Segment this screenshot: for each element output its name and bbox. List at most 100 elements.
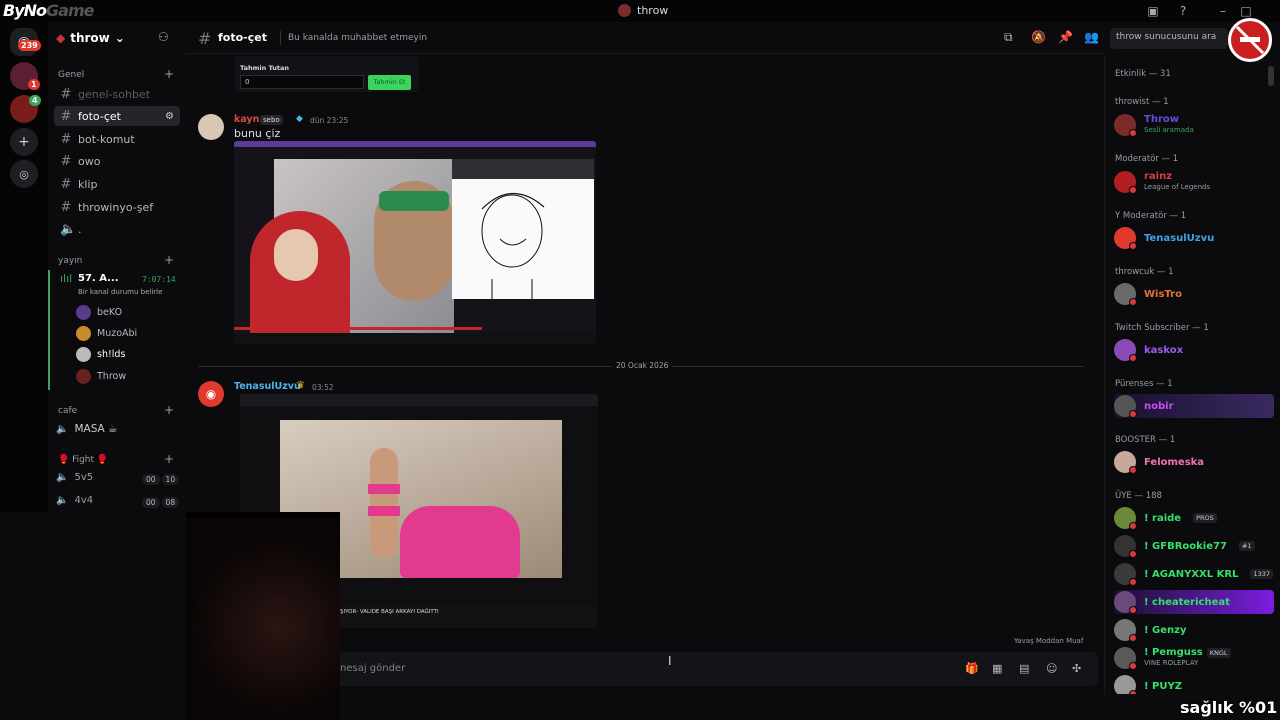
category-yayin[interactable]: yayın bbox=[58, 256, 82, 266]
avatar[interactable] bbox=[198, 114, 224, 140]
member-item[interactable]: nobir bbox=[1114, 394, 1274, 418]
member-item[interactable]: Felomeska bbox=[1114, 450, 1274, 474]
home-unread-badge: 239 bbox=[18, 40, 41, 51]
message-author[interactable]: kayn bbox=[234, 114, 259, 125]
speaker-icon: 🔈 bbox=[56, 472, 69, 483]
nitro-badge-icon: ◆ bbox=[296, 114, 303, 124]
guess-input[interactable]: 0 bbox=[240, 75, 364, 89]
video-progress-bar[interactable] bbox=[234, 327, 482, 330]
message-input[interactable]: nesaj gönder bbox=[340, 663, 405, 674]
apps-icon[interactable]: ✣ bbox=[1072, 662, 1081, 675]
channel-genel-sohbet[interactable]: # genel-sohbet bbox=[54, 84, 180, 104]
member-item[interactable]: ! raide PROS bbox=[1114, 506, 1274, 530]
crown-badge-icon: ♛ bbox=[296, 380, 305, 391]
hash-icon: # bbox=[198, 29, 212, 48]
gift-icon[interactable]: 🎁 bbox=[965, 662, 979, 675]
member-list-icon[interactable]: 👥 bbox=[1084, 30, 1099, 44]
add-friend-icon[interactable]: ⚇ bbox=[158, 30, 169, 44]
create-channel-icon[interactable]: + bbox=[164, 67, 174, 81]
hash-icon: # bbox=[60, 131, 72, 147]
threads-icon[interactable]: ⧉ bbox=[1004, 30, 1013, 45]
browser-bar bbox=[240, 394, 598, 406]
member-item[interactable]: ! GFBRookie77 #1 bbox=[1114, 534, 1274, 558]
role-header: throwcuk — 1 bbox=[1115, 267, 1174, 277]
webcam-top-bar bbox=[186, 512, 340, 518]
pin-icon[interactable]: 📌 bbox=[1058, 30, 1073, 44]
sticker-icon[interactable]: ▤ bbox=[1019, 662, 1029, 675]
voice-user[interactable]: MuzoAbi bbox=[76, 326, 137, 341]
member-item[interactable]: rainz League of Legends bbox=[1114, 170, 1274, 194]
add-server-button[interactable]: + bbox=[10, 128, 38, 156]
voice-channel-name[interactable]: 57. A... bbox=[78, 273, 119, 284]
member-item[interactable]: TenasulUzvu bbox=[1114, 226, 1274, 250]
member-list-scrollbar[interactable] bbox=[1268, 66, 1274, 86]
window-title: throw bbox=[618, 4, 668, 17]
channel-foto-cet[interactable]: # foto-çet ⚙ bbox=[54, 106, 180, 126]
guild-tag[interactable]: sebo bbox=[260, 115, 283, 125]
member-item[interactable]: ! Pemguss KNGL VINE ROLEPLAY bbox=[1114, 646, 1274, 670]
sunglasses bbox=[379, 191, 449, 211]
member-item[interactable]: ! AGANYXXL KRL 1337 bbox=[1114, 562, 1274, 586]
channel-throwinyo-sef[interactable]: # throwinyo-şef bbox=[54, 197, 180, 217]
minimize-icon[interactable]: – bbox=[1215, 3, 1231, 19]
create-channel-icon[interactable]: + bbox=[164, 253, 174, 267]
voice-timer: 7:07:14 bbox=[142, 275, 176, 284]
category-cafe[interactable]: cafe bbox=[58, 406, 77, 416]
avatar bbox=[1114, 647, 1137, 670]
channel-5v5[interactable]: 🔈 5v5 bbox=[56, 472, 93, 483]
create-channel-icon[interactable]: + bbox=[164, 403, 174, 417]
channel-bot-komut[interactable]: # bot-komut bbox=[54, 129, 180, 149]
avatar bbox=[1114, 114, 1137, 137]
message-image-attachment[interactable] bbox=[234, 141, 596, 344]
member-item[interactable]: Throw Sesli aramada bbox=[1114, 113, 1274, 137]
avatar bbox=[76, 369, 91, 384]
category-genel[interactable]: Genel bbox=[58, 70, 84, 80]
role-header: ÜYE — 188 bbox=[1115, 491, 1162, 501]
search-input[interactable]: throw sunucusunu ara bbox=[1110, 28, 1228, 49]
create-channel-icon[interactable]: + bbox=[164, 452, 174, 466]
category-fight[interactable]: 🥊 Fight 🥊 bbox=[58, 455, 108, 465]
notification-bell-icon[interactable]: 🔕 bbox=[1031, 30, 1046, 44]
voice-user[interactable]: Throw bbox=[76, 369, 126, 384]
hash-icon: # bbox=[60, 86, 72, 102]
emoji-icon[interactable]: ☺ bbox=[1046, 662, 1057, 675]
channel-klip[interactable]: # klip bbox=[54, 174, 180, 194]
voice-user[interactable]: sh!lds bbox=[76, 347, 125, 362]
member-item[interactable]: ! Genzy bbox=[1114, 618, 1274, 642]
channel-voice-dot[interactable]: 🔈. bbox=[54, 219, 180, 239]
maximize-icon[interactable]: □ bbox=[1238, 3, 1254, 19]
pink-chair bbox=[400, 506, 520, 578]
voice-user[interactable]: beKO bbox=[76, 305, 122, 320]
date-divider: 20 Ocak 2026 bbox=[612, 361, 673, 370]
channel-masa[interactable]: 🔈 MASA ☕ bbox=[56, 423, 118, 435]
header-channel-name: foto-çet bbox=[218, 31, 267, 44]
role-header: Twitch Subscriber — 1 bbox=[1115, 323, 1209, 333]
pink-bottom bbox=[368, 506, 400, 516]
chevron-down-icon: ⌄ bbox=[114, 31, 125, 45]
member-item[interactable]: kaskox bbox=[1114, 338, 1274, 362]
settings-icon[interactable]: ⚙ bbox=[165, 111, 174, 122]
channel-4v4[interactable]: 🔈 4v4 bbox=[56, 495, 93, 506]
gif-icon[interactable]: ▦ bbox=[992, 662, 1002, 675]
help-icon[interactable]: ? bbox=[1175, 3, 1191, 19]
video-taskbar bbox=[234, 333, 596, 344]
guess-button[interactable]: Tahmin Et bbox=[368, 75, 411, 90]
channel-owo[interactable]: # owo bbox=[54, 151, 180, 171]
voice-active-icon: ılıl bbox=[60, 272, 73, 285]
explore-servers-button[interactable]: ◎ bbox=[10, 160, 38, 188]
message-author[interactable]: TenasulUzvu bbox=[234, 381, 301, 392]
stream-brand-logo: ByNoGame bbox=[3, 1, 94, 20]
person-standing bbox=[370, 448, 398, 558]
streamer-webcam bbox=[186, 512, 340, 720]
paint-canvas bbox=[452, 159, 594, 299]
role-header: throwist — 1 bbox=[1115, 97, 1169, 107]
guess-label: Tahmin Tutan bbox=[240, 64, 289, 72]
member-item[interactable]: ! cheatericheat bbox=[1114, 590, 1274, 614]
voice-status-text[interactable]: Bir kanal durumu belirle bbox=[78, 288, 162, 296]
slowmode-indicator: Yavaş Moddan Muaf bbox=[1014, 637, 1084, 645]
hash-icon: # bbox=[60, 176, 72, 192]
member-item[interactable]: WisTro bbox=[1114, 282, 1274, 306]
avatar[interactable]: ◉ bbox=[198, 381, 224, 407]
inbox-icon[interactable]: ▣ bbox=[1145, 3, 1161, 19]
channel-topic[interactable]: Bu kanalda muhabbet etmeyin bbox=[288, 33, 427, 43]
